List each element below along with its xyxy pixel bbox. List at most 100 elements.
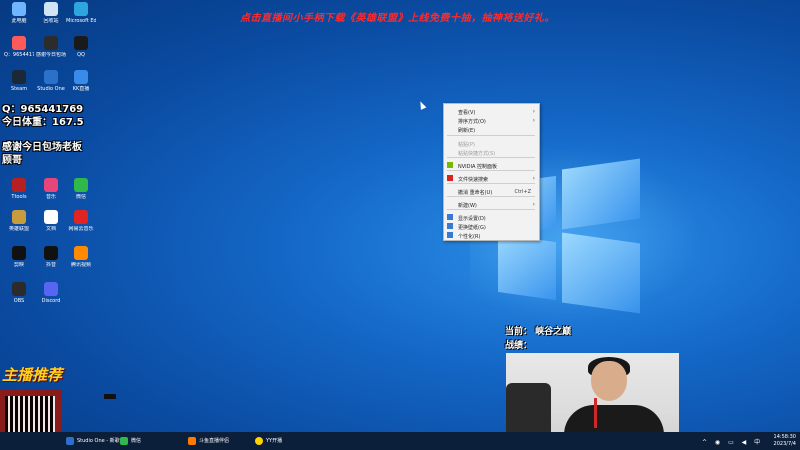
app-icon	[74, 36, 88, 50]
douyu-icon	[188, 436, 196, 445]
display-icon	[447, 214, 453, 220]
taskbar-clock[interactable]: 14:58:30 2023/7/4	[774, 434, 796, 448]
context-menu-item[interactable]: 排序方式(O) ›	[444, 116, 539, 125]
chevron-right-icon: ›	[532, 201, 535, 208]
desktop-icon[interactable]: Q：965441769	[4, 36, 34, 58]
streamer-recommend-logo: 主播推荐	[2, 366, 63, 384]
context-menu-label: 更换壁纸(G)	[458, 225, 486, 231]
desktop-icon-label: Studio One	[37, 86, 65, 92]
clock-date: 2023/7/4	[773, 441, 796, 447]
app-icon	[12, 36, 26, 50]
desktop-icon-label: 此电脑	[11, 18, 27, 24]
desktop-icon[interactable]: OBS	[4, 282, 34, 304]
desktop-icon-label: 英雄联盟	[8, 226, 29, 232]
stream-banner: 点击直播间小手柄下载《英雄联盟》上线免费十抽，抽神将送好礼。	[240, 13, 555, 24]
context-menu-item[interactable]: 新建(W) ›	[444, 200, 539, 209]
context-menu-item[interactable]: 撤消 重命名(U) Ctrl+Z	[444, 187, 539, 196]
context-menu-item[interactable]: 粘贴(P)	[444, 139, 539, 148]
desktop-icon[interactable]: 此电脑	[4, 2, 34, 24]
desktop-icon[interactable]: 回收站	[36, 2, 66, 24]
desktop-icon[interactable]: 腾讯视频	[66, 246, 96, 268]
app-icon	[12, 178, 26, 192]
desktop-icon[interactable]: Discord	[36, 282, 66, 304]
desktop-icon[interactable]: Steam	[4, 70, 34, 92]
weight-overlay: 今日体重：167.5	[2, 117, 84, 128]
wechat-icon	[120, 436, 128, 445]
current-value: 峡谷之巅	[535, 327, 572, 337]
desktop-icon[interactable]: 微信	[66, 178, 96, 200]
context-menu-label: 个性化(R)	[458, 234, 481, 240]
desktop-icon[interactable]: 感谢今日包场	[36, 36, 66, 58]
app-icon	[44, 282, 58, 296]
desktop-icon-label: 回收站	[43, 18, 59, 24]
desktop-icon-label: 文档	[45, 226, 56, 232]
desktop-icon[interactable]: 音乐	[36, 178, 66, 200]
chevron-right-icon: ›	[532, 175, 535, 182]
menu-separator	[447, 183, 535, 184]
app-icon	[12, 2, 26, 16]
menu-separator	[447, 196, 535, 197]
app-icon	[44, 178, 58, 192]
app-icon	[44, 246, 58, 260]
context-menu-item[interactable]: 更换壁纸(G)	[444, 222, 539, 231]
desktop-icon[interactable]: 文档	[36, 210, 66, 232]
desktop-icon[interactable]: KK直播	[66, 70, 96, 92]
yy-icon	[255, 436, 263, 445]
taskbar-item-wechat[interactable]: 微信	[120, 432, 141, 450]
context-menu-label: 排序方式(O)	[458, 119, 486, 125]
chevron-right-icon: ›	[532, 117, 535, 124]
app-icon	[44, 36, 58, 50]
context-menu-label: 粘贴快捷方式(S)	[458, 151, 496, 157]
mouse-cursor-icon	[417, 100, 427, 110]
menu-separator	[447, 170, 535, 171]
wps-icon	[447, 175, 453, 181]
context-menu-label: 显示设置(D)	[458, 216, 486, 222]
desktop-icon[interactable]: 剪映	[4, 246, 34, 268]
desktop-file-icon[interactable]	[104, 394, 116, 399]
app-icon	[74, 2, 88, 16]
context-menu-item[interactable]: 显示设置(D)	[444, 213, 539, 222]
taskbar-item-yy[interactable]: YY开播	[255, 432, 282, 450]
context-menu-item[interactable]: 查看(V) ›	[444, 107, 539, 116]
clock-time: 14:58:30	[773, 434, 796, 440]
desktop-icon-label: Ttools	[11, 194, 27, 200]
desktop-icon-label: Microsoft Edge	[66, 18, 96, 24]
context-menu-label: 粘贴(P)	[458, 142, 475, 148]
menu-separator	[447, 135, 535, 136]
context-menu-label: 新建(W)	[458, 203, 477, 209]
current-label: 当前：	[505, 327, 533, 337]
desktop-icon-label: Discord	[41, 298, 61, 304]
taskbar-item-douyu[interactable]: 斗鱼直播伴侣	[188, 432, 229, 450]
context-menu-item[interactable]: NVIDIA 控制面板	[444, 161, 539, 170]
desktop-icon-label: 音乐	[45, 194, 56, 200]
system-tray-icons[interactable]: ^ ◉ ▭ ◀ 中	[702, 437, 763, 446]
context-menu-item[interactable]: 文件快速搜索 ›	[444, 174, 539, 183]
menu-separator	[447, 157, 535, 158]
chevron-right-icon: ›	[532, 108, 535, 115]
desktop-icon[interactable]: 网易云音乐	[66, 210, 96, 232]
desktop-icon[interactable]: Studio One	[36, 70, 66, 92]
desktop-icon-label: 微信	[75, 194, 86, 200]
context-menu-label: 查看(V)	[458, 110, 476, 116]
app-icon	[74, 210, 88, 224]
desktop-icon-label: KK直播	[72, 86, 90, 92]
desktop-icon-label: 网易云音乐	[68, 226, 94, 232]
desktop-icon-label: OBS	[13, 298, 25, 304]
desktop-icon[interactable]: 抖音	[36, 246, 66, 268]
desktop-icon[interactable]: Microsoft Edge	[66, 2, 96, 24]
stream-status: 当前： 峡谷之巅 战绩：	[505, 325, 571, 353]
context-menu-item[interactable]: 粘贴快捷方式(S)	[444, 148, 539, 157]
context-menu-item[interactable]: 刷新(E)	[444, 125, 539, 134]
personalize-icon	[447, 232, 453, 238]
desktop-icon[interactable]: 英雄联盟	[4, 210, 34, 232]
desktop-icon[interactable]: QQ	[66, 36, 96, 58]
desktop-icon[interactable]: Ttools	[4, 178, 34, 200]
context-menu-item[interactable]: 个性化(R)	[444, 231, 539, 240]
thanks-name-overlay: 顾哥	[2, 155, 22, 166]
desktop-icon-label: 感谢今日包场	[36, 52, 66, 58]
wallpaper-icon	[447, 223, 453, 229]
desktop-context-menu: 查看(V) › 排序方式(O) › 刷新(E) 粘贴(P) 粘贴快捷方式(S) NVIDIA …	[443, 103, 540, 241]
nvidia-icon	[447, 162, 453, 168]
taskbar-item-studio-one[interactable]: Studio One - 新歌...	[66, 432, 124, 450]
app-icon	[74, 246, 88, 260]
